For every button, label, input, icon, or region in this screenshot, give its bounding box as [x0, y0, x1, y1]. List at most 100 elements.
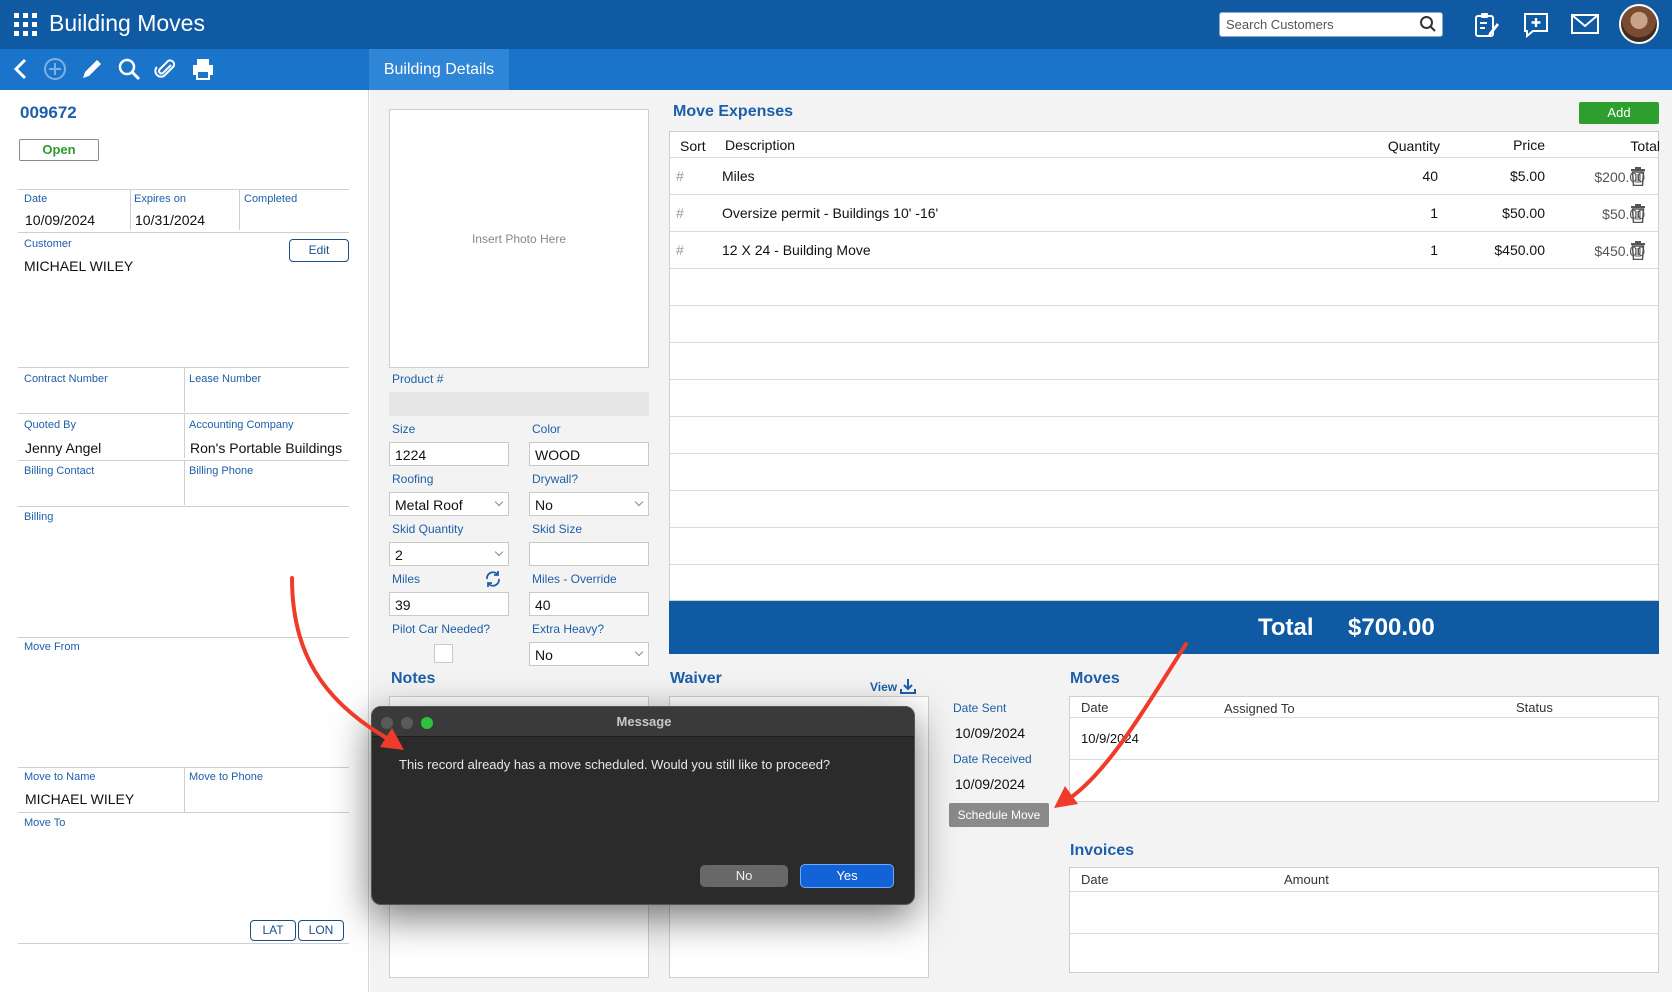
extra-heavy-value: No	[535, 647, 553, 663]
date-sent-value[interactable]: 10/09/2024	[955, 725, 1025, 741]
table-row-empty	[670, 269, 1658, 306]
add-expense-button[interactable]: Add	[1579, 102, 1659, 124]
yes-button[interactable]: Yes	[800, 864, 894, 888]
customer-name[interactable]: MICHAEL WILEY	[24, 258, 133, 274]
moves-table-row[interactable]: 10/9/2024	[1070, 718, 1658, 760]
drywall-select[interactable]: No	[529, 492, 649, 516]
miles-override-label: Miles - Override	[532, 572, 617, 586]
edit-pencil-icon[interactable]	[80, 57, 104, 81]
expenses-total-bar: Total $700.00	[669, 601, 1659, 654]
print-icon[interactable]	[191, 57, 215, 81]
chat-add-icon[interactable]	[1522, 11, 1550, 39]
view-waiver-link[interactable]: View	[870, 680, 897, 694]
search-input[interactable]	[1226, 14, 1416, 35]
size-input[interactable]: 1224	[389, 442, 509, 466]
move-from-label: Move From	[24, 641, 80, 653]
move-to-name-value[interactable]: MICHAEL WILEY	[25, 791, 134, 807]
paperclip-icon[interactable]	[154, 57, 178, 81]
table-header: Sort Description Quantity Price Total	[670, 132, 1660, 158]
clipboard-edit-icon[interactable]	[1472, 11, 1500, 39]
row-description: 12 X 24 - Building Move	[722, 242, 871, 258]
trash-icon[interactable]	[1630, 241, 1646, 260]
trash-icon[interactable]	[1630, 167, 1646, 186]
moves-table-header: Date Assigned To Status	[1070, 697, 1658, 718]
mail-icon[interactable]	[1571, 13, 1599, 35]
divider	[184, 368, 185, 412]
table-row-empty	[670, 491, 1658, 528]
apps-grid-icon[interactable]	[14, 13, 37, 36]
row-quantity: 40	[1422, 168, 1438, 184]
accounting-company-value[interactable]: Ron's Portable Buildings	[190, 440, 342, 456]
customer-label: Customer	[24, 238, 72, 250]
pilot-car-checkbox[interactable]	[434, 644, 453, 663]
table-row[interactable]: # Oversize permit - Buildings 10' -16' 1…	[670, 195, 1658, 232]
color-input[interactable]: WOOD	[529, 442, 649, 466]
sort-handle[interactable]: #	[676, 168, 684, 184]
search-customers-box[interactable]	[1219, 12, 1443, 37]
expenses-table: Sort Description Quantity Price Total # …	[669, 131, 1660, 602]
moves-table: Date Assigned To Status 10/9/2024	[1069, 696, 1659, 802]
invoices-table: Date Amount	[1069, 867, 1659, 973]
quoted-by-value[interactable]: Jenny Angel	[25, 440, 101, 456]
sort-handle[interactable]: #	[676, 205, 684, 221]
extra-heavy-label: Extra Heavy?	[532, 622, 605, 636]
table-row-empty	[670, 417, 1658, 454]
search-icon[interactable]	[1419, 15, 1437, 33]
divider	[184, 461, 185, 505]
table-row-empty	[670, 528, 1658, 565]
table-row[interactable]: # Miles 40 $5.00 $200.00	[670, 158, 1658, 195]
drywall-value: No	[535, 497, 553, 513]
pilot-car-label: Pilot Car Needed?	[392, 622, 491, 636]
tab-building-details[interactable]: Building Details	[369, 49, 509, 90]
add-circle-icon[interactable]	[43, 57, 67, 81]
trash-icon[interactable]	[1630, 204, 1646, 223]
miles-input[interactable]: 39	[389, 592, 509, 616]
total-label: Total	[1258, 614, 1314, 641]
date-received-value[interactable]: 10/09/2024	[955, 776, 1025, 792]
chevron-down-icon	[634, 497, 644, 507]
date-label: Date	[24, 193, 48, 205]
user-avatar[interactable]	[1619, 4, 1659, 44]
sort-handle[interactable]: #	[676, 242, 684, 258]
total-value: $700.00	[1348, 614, 1435, 641]
row-quantity: 1	[1430, 205, 1438, 221]
no-button[interactable]: No	[700, 865, 788, 887]
invoices-col-date: Date	[1081, 872, 1109, 887]
table-row[interactable]: # 12 X 24 - Building Move 1 $450.00 $450…	[670, 232, 1658, 269]
row-price: $50.00	[1502, 205, 1545, 221]
record-id: 009672	[20, 103, 77, 122]
accounting-company-label: Accounting Company	[189, 419, 294, 431]
date-value[interactable]: 10/09/2024	[25, 212, 95, 228]
message-dialog: Message This record already has a move s…	[371, 706, 915, 905]
invoices-empty-row	[1070, 892, 1658, 934]
edit-customer-button[interactable]: Edit	[289, 239, 349, 262]
billing-label: Billing	[24, 511, 54, 523]
skid-size-input[interactable]	[529, 542, 649, 566]
lat-button[interactable]: LAT	[250, 920, 296, 941]
divider	[18, 189, 349, 190]
product-number-field[interactable]	[389, 392, 649, 416]
moves-col-status: Status	[1516, 700, 1553, 715]
skid-quantity-select[interactable]: 2	[389, 542, 509, 566]
table-row-empty	[670, 343, 1658, 380]
back-icon[interactable]	[10, 57, 32, 81]
date-sent-label: Date Sent	[953, 701, 1007, 715]
invoices-table-header: Date Amount	[1070, 868, 1658, 892]
roofing-select[interactable]: Metal Roof	[389, 492, 509, 516]
move-date: 10/9/2024	[1081, 731, 1139, 746]
chevron-down-icon	[494, 497, 504, 507]
divider	[130, 190, 131, 230]
extra-heavy-select[interactable]: No	[529, 642, 649, 666]
schedule-move-button[interactable]: Schedule Move	[949, 803, 1049, 827]
col-total: Total	[1630, 138, 1660, 154]
search-icon[interactable]	[117, 57, 141, 81]
lon-button[interactable]: LON	[298, 920, 344, 941]
moves-col-date: Date	[1081, 700, 1109, 715]
photo-placeholder[interactable]: Insert Photo Here	[389, 109, 649, 368]
table-row-empty	[670, 565, 1658, 602]
refresh-icon[interactable]	[484, 570, 502, 588]
download-icon[interactable]	[900, 678, 916, 694]
miles-override-input[interactable]: 40	[529, 592, 649, 616]
expires-value[interactable]: 10/31/2024	[135, 212, 205, 228]
moves-title: Moves	[1070, 670, 1120, 687]
